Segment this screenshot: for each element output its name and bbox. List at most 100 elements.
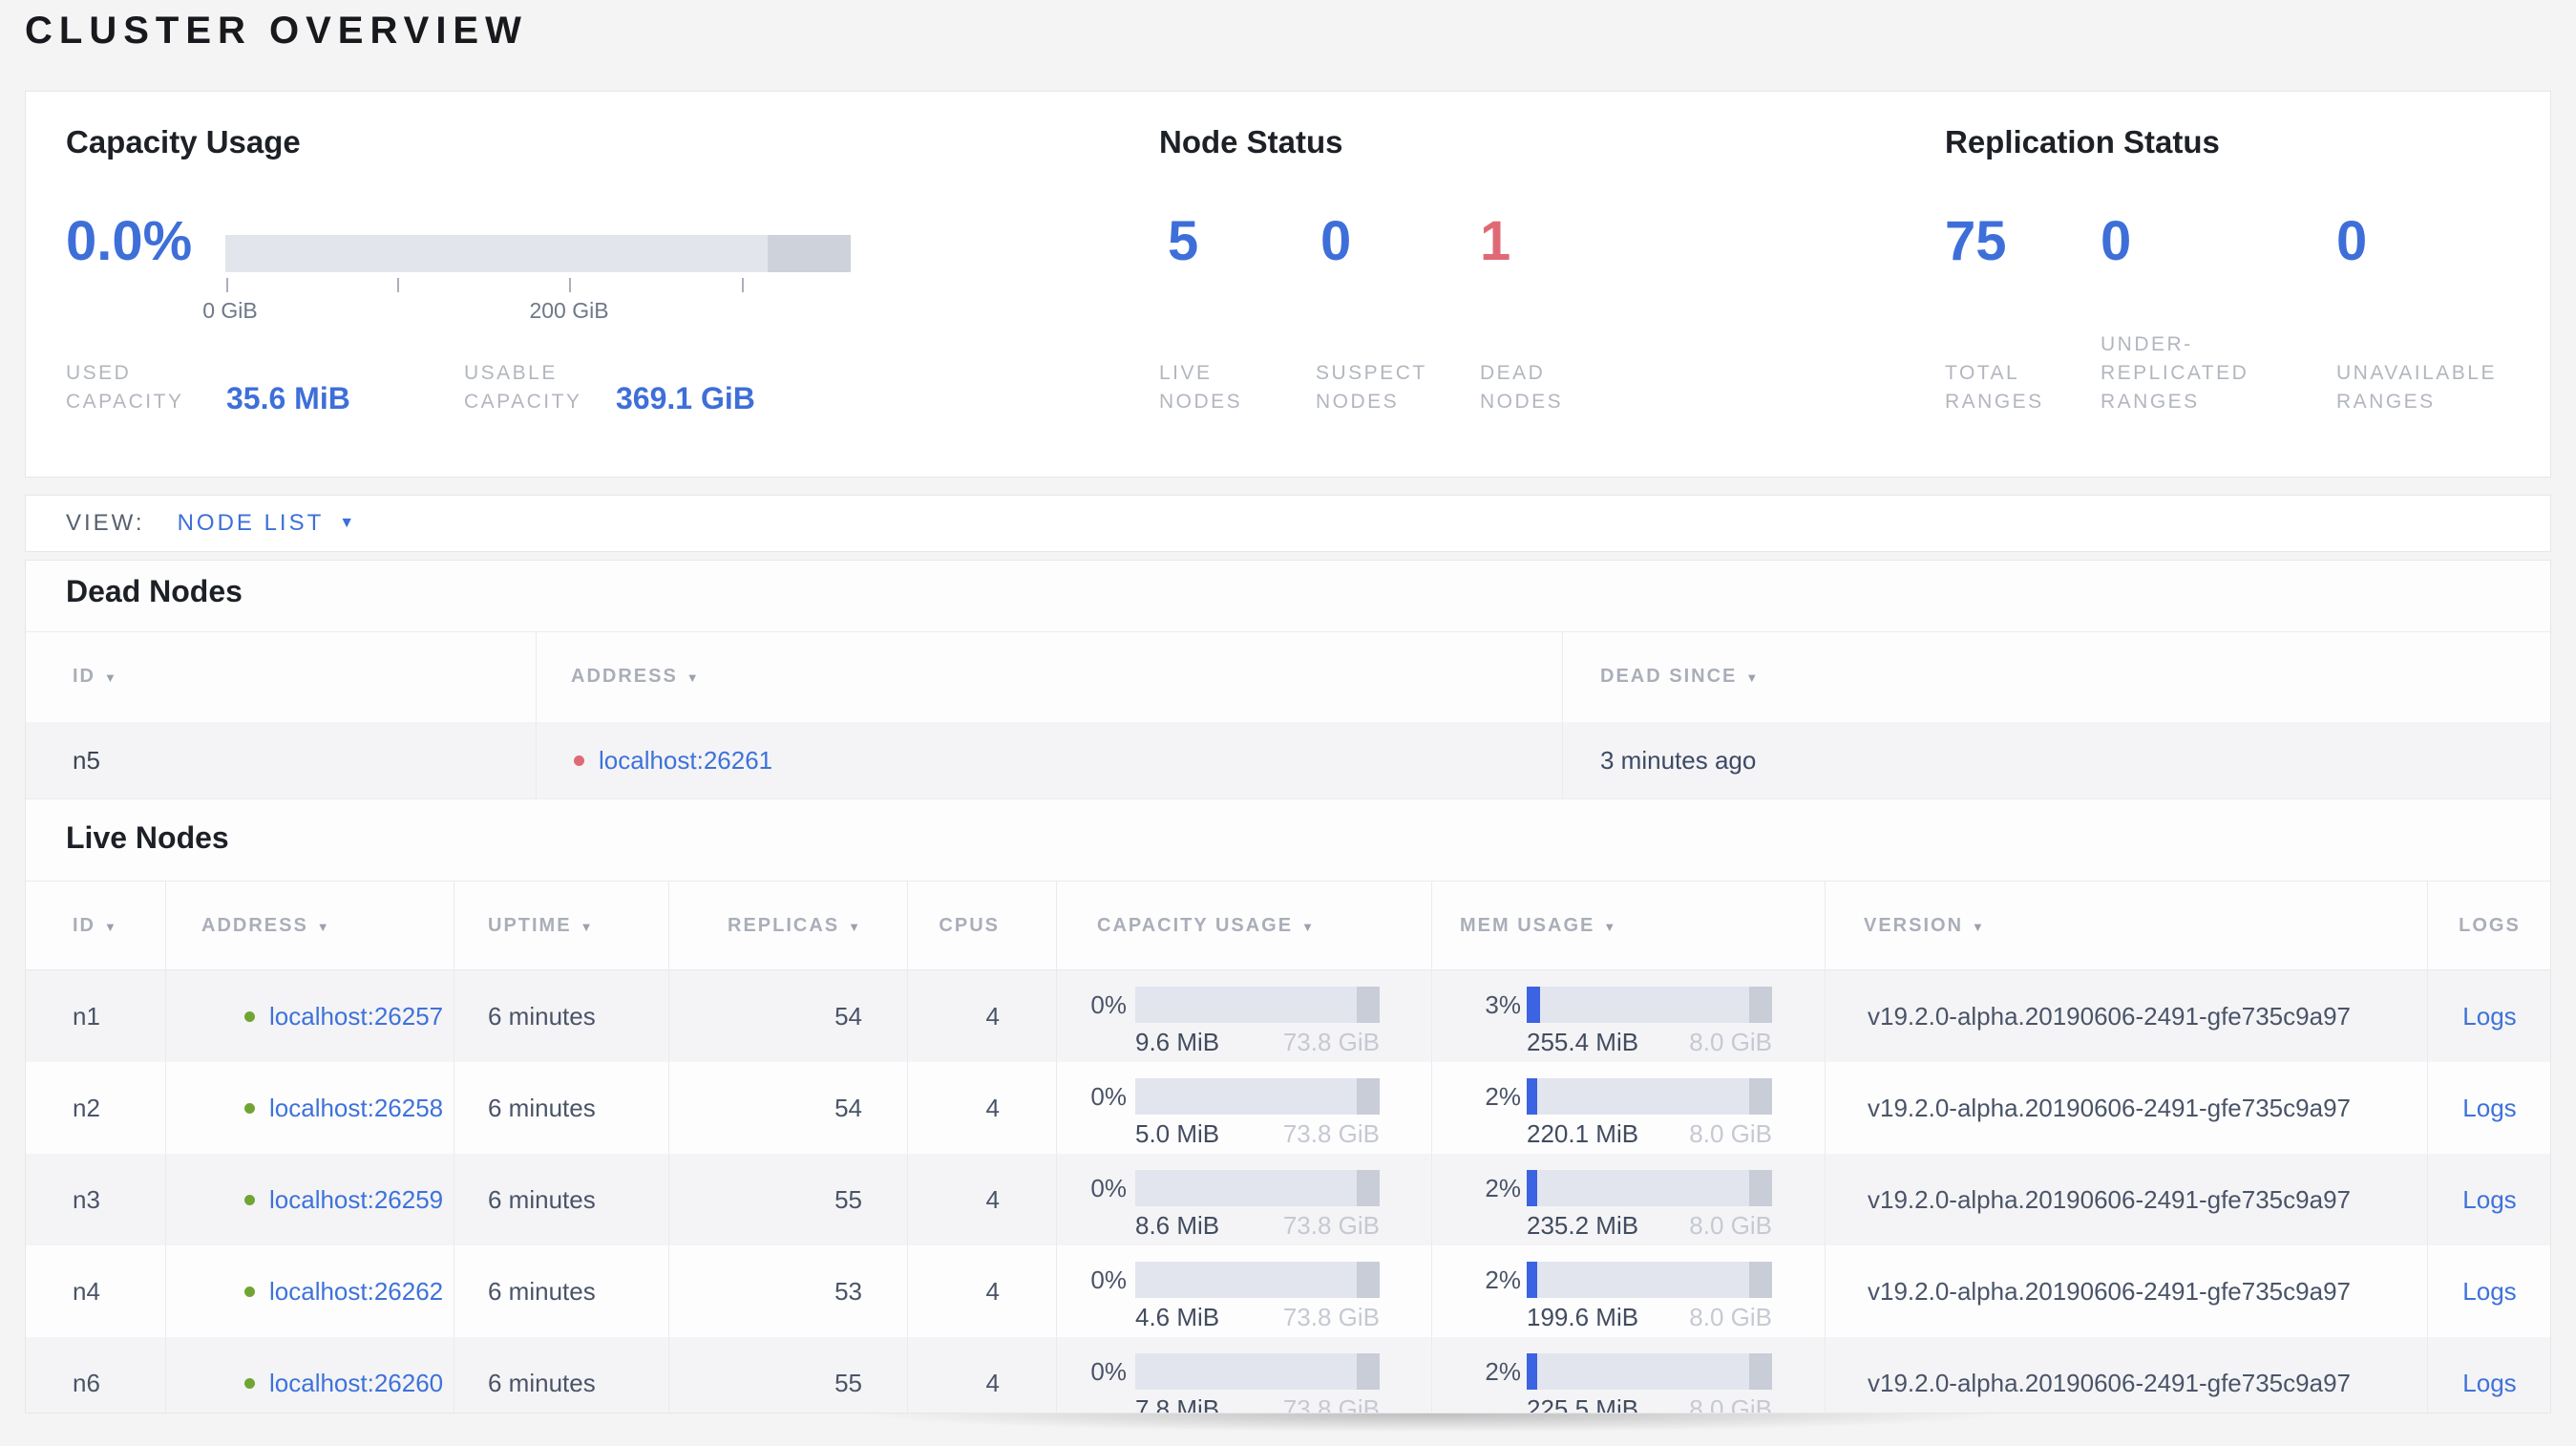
page-title: CLUSTER OVERVIEW xyxy=(25,10,528,52)
axis-tick-label: 200 GiB xyxy=(529,298,609,323)
logs-link[interactable]: Logs xyxy=(2462,1369,2516,1397)
column-header-capacity[interactable]: CAPACITY USAGE ▼ xyxy=(1097,882,1316,971)
dead-nodes-heading: Dead Nodes xyxy=(66,574,243,608)
cap-usage-values: 9.6 MiB 73.8 GiB xyxy=(1135,1028,1380,1057)
cell-uptime: 6 minutes xyxy=(488,1369,596,1397)
usable-capacity-value: 369.1 GiB xyxy=(616,381,755,415)
live-node-row-n6: n6 localhost:26260 6 minutes 55 4 0% 7.8 MiB 73… xyxy=(26,1337,2550,1414)
total-ranges-label: TOTAL RANGES xyxy=(1945,362,2044,413)
column-divider xyxy=(165,881,166,1413)
sort-desc-icon: ▼ xyxy=(686,670,701,685)
column-header-address[interactable]: ADDRESS ▼ xyxy=(571,631,701,723)
sort-desc-icon: ▼ xyxy=(1745,670,1761,685)
address-link[interactable]: localhost:26262 xyxy=(269,1277,443,1307)
under-replicated-ranges-count: 0 xyxy=(2101,210,2132,272)
column-header-mem[interactable]: MEM USAGE ▼ xyxy=(1460,882,1617,971)
mem-total-value: 8.0 GiB xyxy=(1689,1303,1772,1331)
sort-desc-icon: ▼ xyxy=(1603,920,1618,934)
live-nodes-heading: Live Nodes xyxy=(66,820,229,855)
bar-endcap xyxy=(1357,1353,1380,1390)
mem-usage-bar xyxy=(1527,1262,1772,1298)
logs-link[interactable]: Logs xyxy=(2462,1185,2516,1214)
address-link[interactable]: localhost:26257 xyxy=(269,1002,443,1031)
cap-usage-values: 7.8 MiB 73.8 GiB xyxy=(1135,1394,1380,1414)
cap-used-value: 8.6 MiB xyxy=(1135,1211,1220,1240)
cap-usage-percent: 0% xyxy=(1090,990,1127,1019)
address-link[interactable]: localhost:26260 xyxy=(269,1369,443,1398)
mem-usage-values: 199.6 MiB 8.0 GiB xyxy=(1527,1303,1772,1332)
column-header-address[interactable]: ADDRESS ▼ xyxy=(201,882,331,971)
cell-replicas: 55 xyxy=(834,1185,862,1214)
suspect-nodes-label: SUSPECT NODES xyxy=(1316,362,1427,413)
mem-usage-values: 235.2 MiB 8.0 GiB xyxy=(1527,1211,1772,1241)
column-header-cpus[interactable]: CPUS xyxy=(914,882,1000,970)
cell-uptime: 6 minutes xyxy=(488,1185,596,1214)
sort-desc-icon: ▼ xyxy=(580,920,595,934)
cap-usage-bar xyxy=(1135,1078,1380,1115)
node-dead-dot-icon xyxy=(574,755,584,766)
sort-desc-icon: ▼ xyxy=(104,920,118,934)
capacity-bar-endcap xyxy=(768,235,851,272)
bar-fill xyxy=(1527,1353,1537,1390)
logs-link[interactable]: Logs xyxy=(2462,1002,2516,1031)
cell-logs: Logs xyxy=(2427,1245,2550,1337)
axis-tick-label: 0 GiB xyxy=(202,298,258,323)
capacity-usage-bar: 0 GiB 200 GiB xyxy=(202,235,851,323)
sort-desc-icon: ▼ xyxy=(104,670,118,685)
logs-link[interactable]: Logs xyxy=(2462,1277,2516,1306)
dead-nodes-table-header: ID ▼ ADDRESS ▼ DEAD SINCE ▼ xyxy=(26,631,2550,723)
scroll-shadow xyxy=(735,1414,2129,1438)
cell-address: localhost:26262 xyxy=(244,1245,443,1337)
bar-endcap xyxy=(1357,987,1380,1023)
cap-total-value: 73.8 GiB xyxy=(1282,1394,1380,1414)
bar-fill xyxy=(1527,987,1540,1023)
capacity-percent-value: 0.0% xyxy=(66,210,193,272)
sort-desc-icon: ▼ xyxy=(1301,920,1316,934)
view-dropdown-selected[interactable]: NODE LIST xyxy=(178,510,325,537)
capacity-usage-heading: Capacity Usage xyxy=(66,124,301,159)
live-nodes-table-header: ID ▼ ADDRESS ▼ UPTIME ▼ REPLICAS ▼ CPUS CAPACITY … xyxy=(26,881,2550,971)
suspect-nodes-count: 0 xyxy=(1320,210,1352,272)
view-dropdown[interactable]: NODE LIST ▼ xyxy=(178,510,355,537)
usable-capacity-label: USABLE CAPACITY xyxy=(464,362,582,413)
axis-tick xyxy=(742,278,744,292)
cap-used-value: 9.6 MiB xyxy=(1135,1028,1220,1056)
cap-usage-bar xyxy=(1135,987,1380,1023)
column-divider xyxy=(1562,631,1563,798)
column-divider xyxy=(2427,881,2428,1413)
cell-node-id: n1 xyxy=(73,1002,100,1031)
logs-link[interactable]: Logs xyxy=(2462,1094,2516,1122)
column-header-id[interactable]: ID ▼ xyxy=(73,631,118,723)
cell-version: v19.2.0-alpha.20190606-2491-gfe735c9a97 xyxy=(1868,1002,2351,1031)
column-header-logs[interactable]: LOGS xyxy=(2427,882,2550,970)
cell-node-id: n5 xyxy=(73,746,100,775)
column-header-uptime[interactable]: UPTIME ▼ xyxy=(488,882,594,971)
node-status-heading: Node Status xyxy=(1159,124,1343,159)
address-link[interactable]: localhost:26258 xyxy=(269,1094,443,1123)
cell-logs: Logs xyxy=(2427,1337,2550,1413)
column-header-dead_since[interactable]: DEAD SINCE ▼ xyxy=(1600,631,1760,723)
column-header-id[interactable]: ID ▼ xyxy=(73,882,118,971)
unavailable-ranges-label: UNAVAILABLE RANGES xyxy=(2336,362,2497,413)
mem-usage-bar xyxy=(1527,987,1772,1023)
cell-replicas: 55 xyxy=(834,1369,862,1397)
sort-desc-icon: ▼ xyxy=(848,920,862,934)
bar-fill xyxy=(1527,1078,1537,1115)
column-header-version[interactable]: VERSION ▼ xyxy=(1864,882,1986,971)
mem-usage-percent: 3% xyxy=(1485,990,1521,1019)
address-link[interactable]: localhost:26261 xyxy=(599,746,772,776)
cap-total-value: 73.8 GiB xyxy=(1282,1119,1380,1148)
cap-used-value: 4.6 MiB xyxy=(1135,1303,1220,1331)
bar-endcap xyxy=(1749,1353,1772,1390)
cell-node-id: n4 xyxy=(73,1277,100,1306)
cap-usage-percent: 0% xyxy=(1090,1082,1127,1111)
cap-used-value: 5.0 MiB xyxy=(1135,1119,1220,1148)
address-link[interactable]: localhost:26259 xyxy=(269,1185,443,1215)
cell-node-id: n6 xyxy=(73,1369,100,1397)
total-ranges-count: 75 xyxy=(1945,210,2007,272)
sort-desc-icon: ▼ xyxy=(1972,920,1986,934)
under-replicated-ranges-label: UNDER-REPLICATED RANGES xyxy=(2101,333,2249,413)
replication-status-heading: Replication Status xyxy=(1945,124,2220,159)
column-header-replicas[interactable]: REPLICAS ▼ xyxy=(685,882,862,971)
mem-usage-percent: 2% xyxy=(1485,1174,1521,1202)
